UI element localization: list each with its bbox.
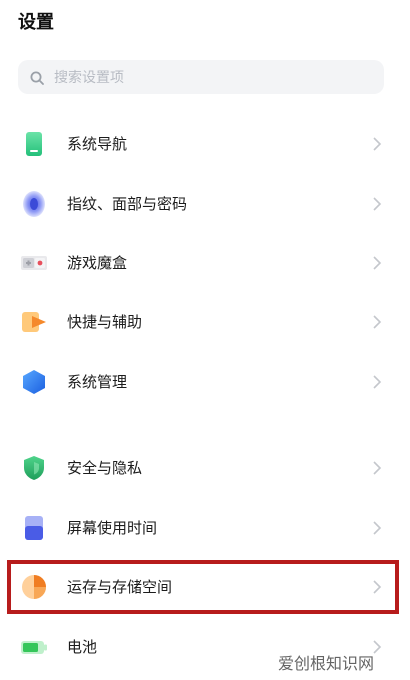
settings-page: 设置 搜索设置项 系统导航 指纹、面部与密码 游戏魔盒 快捷与辅助 系统管理 安…	[0, 0, 410, 680]
settings-item-fingerprint-face-password[interactable]: 指纹、面部与密码	[0, 174, 410, 234]
search-icon	[30, 70, 44, 85]
chevron-right-icon	[370, 255, 384, 271]
settings-item-label: 系统管理	[67, 373, 128, 391]
game-box-icon	[20, 249, 48, 277]
settings-item-label: 系统导航	[67, 135, 128, 153]
screen-time-icon	[20, 514, 48, 542]
chevron-right-icon	[370, 460, 384, 476]
system-hexagon-icon	[20, 368, 48, 396]
page-title: 设置	[18, 12, 54, 33]
watermark-text: 爱创根知识网	[278, 654, 375, 673]
battery-icon	[20, 633, 48, 661]
settings-item-label: 安全与隐私	[67, 459, 143, 477]
settings-item-label: 游戏魔盒	[67, 254, 128, 272]
search-placeholder: 搜索设置项	[54, 70, 124, 86]
chevron-right-icon	[370, 520, 384, 536]
search-bar[interactable]: 搜索设置项	[18, 60, 384, 94]
settings-item-label: 屏幕使用时间	[67, 519, 158, 537]
chevron-right-icon	[370, 314, 384, 330]
phone-navigation-icon	[20, 130, 48, 158]
settings-item-label: 快捷与辅助	[67, 313, 143, 331]
settings-item-label: 电池	[67, 638, 98, 656]
settings-item-screen-time[interactable]: 屏幕使用时间	[0, 498, 410, 558]
chevron-right-icon	[370, 374, 384, 390]
settings-item-system-navigation[interactable]: 系统导航	[0, 114, 410, 174]
shortcut-icon	[20, 308, 48, 336]
shield-icon	[20, 454, 48, 482]
chevron-right-icon	[370, 136, 384, 152]
settings-item-shortcuts-accessibility[interactable]: 快捷与辅助	[0, 292, 410, 352]
fingerprint-icon	[20, 190, 48, 218]
highlight-box	[7, 560, 399, 614]
settings-item-system-management[interactable]: 系统管理	[0, 352, 410, 412]
settings-item-label: 指纹、面部与密码	[67, 195, 188, 213]
settings-item-security-privacy[interactable]: 安全与隐私	[0, 438, 410, 498]
chevron-right-icon	[370, 196, 384, 212]
settings-item-game-box[interactable]: 游戏魔盒	[0, 233, 410, 293]
